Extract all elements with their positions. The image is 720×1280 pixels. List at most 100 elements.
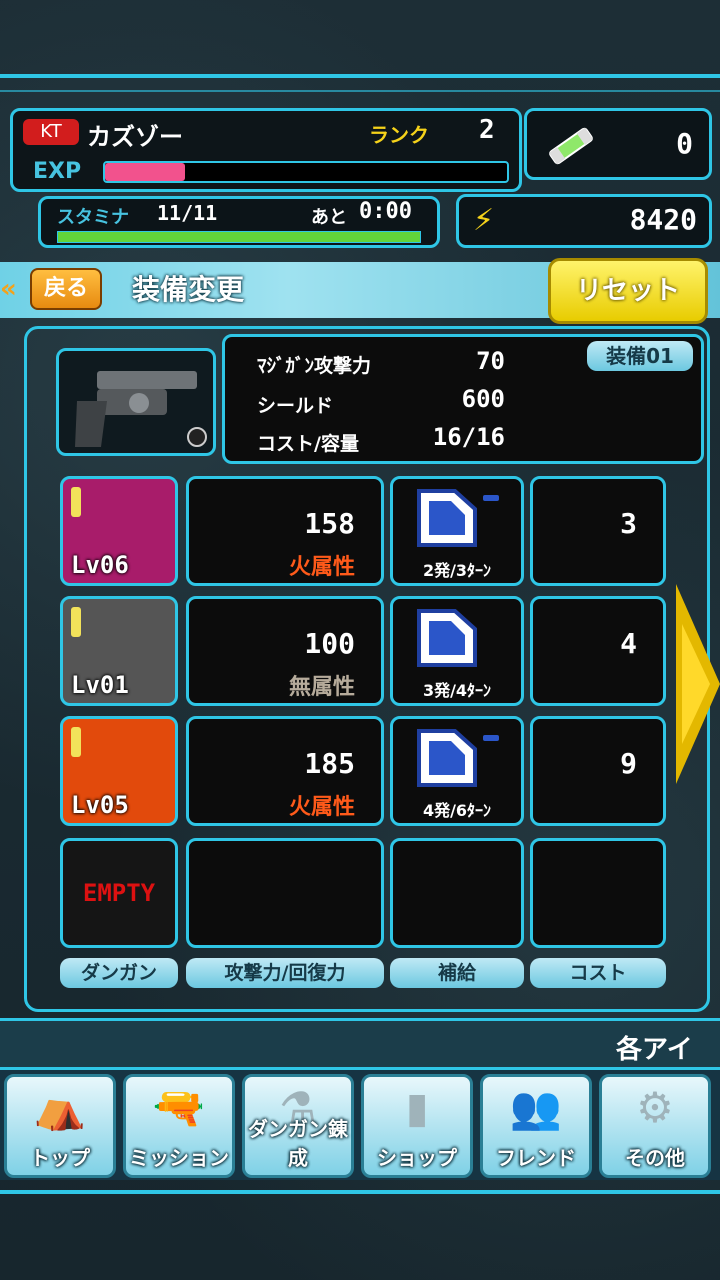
power-cell: 100 無属性 [186,596,384,706]
ticker-text: 各アイ [616,1035,693,1065]
news-ticker: 各アイ [0,1018,720,1070]
player-tag: KT [23,119,79,145]
column-header: 補給 [390,958,524,988]
dangan-attribute: 火属性 [288,795,355,820]
nav-revolver-button[interactable]: 🔫 ミッション [123,1074,235,1178]
dangan-level: Lv01 [71,671,129,699]
recover-label: あと [311,207,347,228]
next-page-arrow-icon[interactable] [676,584,720,788]
player-name: カズゾー [87,123,183,151]
dangan-cost: 9 [620,747,637,780]
equip-slot-tag: 装備01 [587,341,693,371]
supply-cell: 3発/4ﾀｰﾝ [390,596,524,706]
weapon-slot[interactable] [56,348,216,456]
column-header: ダンガン [60,958,178,988]
nav-tent-button[interactable]: ⛺ トップ [4,1074,116,1178]
gears-icon: ⚙ [636,1083,674,1132]
stamina-value: 11/11 [157,201,218,225]
stat-value: 600 [461,385,505,413]
empty-cost-cell [530,838,666,948]
reset-button[interactable]: リセット [548,258,708,324]
rarity-marker-icon [71,607,81,637]
shield-dangan-icon [415,487,505,557]
dangan-slot[interactable]: Lv01 [60,596,178,706]
bullet-icon [187,427,207,447]
nav-label: ショップ [377,1146,457,1170]
column-header: コスト [530,958,666,988]
stat-value: 70 [476,347,505,375]
capsule-icon: ▮ [405,1083,429,1132]
friends-icon: 👥 [509,1083,563,1132]
nav-label: フレンド [496,1146,576,1170]
empty-label: EMPTY [82,879,156,907]
revolver-icon: 🔫 [152,1083,206,1132]
nav-friends-button[interactable]: 👥 フレンド [480,1074,592,1178]
dangan-slot[interactable]: Lv06 [60,476,178,586]
bottom-divider [0,1190,720,1194]
top-divider-thin [0,90,720,92]
stamina-panel: スタミナ 11/11 あと 0:00 [38,196,440,248]
exp-label: EXP [33,159,82,184]
stat-value: 16/16 [432,423,505,451]
dangan-supply: 2発/3ﾀｰﾝ [422,561,492,580]
dangan-power: 100 [304,627,355,660]
dangan-level: Lv05 [71,791,129,819]
nav-label: その他 [625,1146,685,1170]
dangan-cost: 3 [620,507,637,540]
back-button[interactable]: « 戻る [0,268,106,312]
dangan-supply: 3発/4ﾀｰﾝ [422,681,492,700]
shield-dangan-icon [415,607,505,677]
capsule-icon [543,125,599,171]
player-panel: KT カズゾー ランク 2 EXP [10,108,522,192]
dangan-cost: 4 [620,627,637,660]
top-divider [0,74,720,78]
lightning-icon: ⚡ [473,203,495,238]
power-cell: 185 火属性 [186,716,384,826]
exp-bar [103,161,509,183]
supply-cell: 4発/6ﾀｰﾝ [390,716,524,826]
stat-label: ﾏｼﾞｶﾞﾝ攻撃力 [257,355,372,377]
empty-supply-cell [390,838,524,948]
rarity-marker-icon [71,487,81,517]
stat-label: シールド [257,395,334,417]
exp-bar-fill [105,163,186,181]
rarity-marker-icon [71,727,81,757]
dangan-level: Lv06 [71,551,129,579]
coin-panel: ⚡ 8420 [456,194,712,248]
cost-cell: 3 [530,476,666,586]
stamina-bar [57,231,421,243]
nav-label: ミッション [129,1146,229,1170]
nav-label: トップ [30,1146,90,1170]
revolver-weapon-icon [67,361,207,455]
item-count: 0 [676,127,693,160]
rank-label: ランク [369,123,429,147]
nav-gears-button[interactable]: ⚙ その他 [599,1074,711,1178]
page-title: 装備変更 [132,273,245,306]
cost-cell: 4 [530,596,666,706]
column-header: 攻撃力/回復力 [186,958,384,988]
nav-bullet-forge-button[interactable]: ⚗ ダンガン錬成 [242,1074,354,1178]
empty-power-cell [186,838,384,948]
dangan-attribute: 無属性 [288,675,355,700]
recover-time: 0:00 [359,199,412,224]
item-panel: 0 [524,108,712,180]
stamina-bar-fill [58,232,420,242]
dangan-supply: 4発/6ﾀｰﾝ [422,801,492,820]
weapon-stats: 装備01 ﾏｼﾞｶﾞﾝ攻撃力 70 シールド 600 コスト/容量 16/16 [222,334,704,464]
dangan-attribute: 火属性 [288,555,355,580]
power-cell: 158 火属性 [186,476,384,586]
dangan-power: 185 [304,747,355,780]
nav-capsule-button[interactable]: ▮ ショップ [361,1074,473,1178]
coin-count: 8420 [629,203,697,236]
supply-cell: 2発/3ﾀｰﾝ [390,476,524,586]
shield-dangan-icon [415,727,505,797]
empty-slot[interactable]: EMPTY [60,838,178,948]
back-arrow-icon: « [0,274,17,304]
stamina-label: スタミナ [57,207,129,228]
back-button-label: 戻る [30,268,102,310]
stat-label: コスト/容量 [257,433,359,455]
dangan-slot[interactable]: Lv05 [60,716,178,826]
rank-value: 2 [479,115,495,145]
cost-cell: 9 [530,716,666,826]
tent-icon: ⛺ [33,1083,87,1132]
